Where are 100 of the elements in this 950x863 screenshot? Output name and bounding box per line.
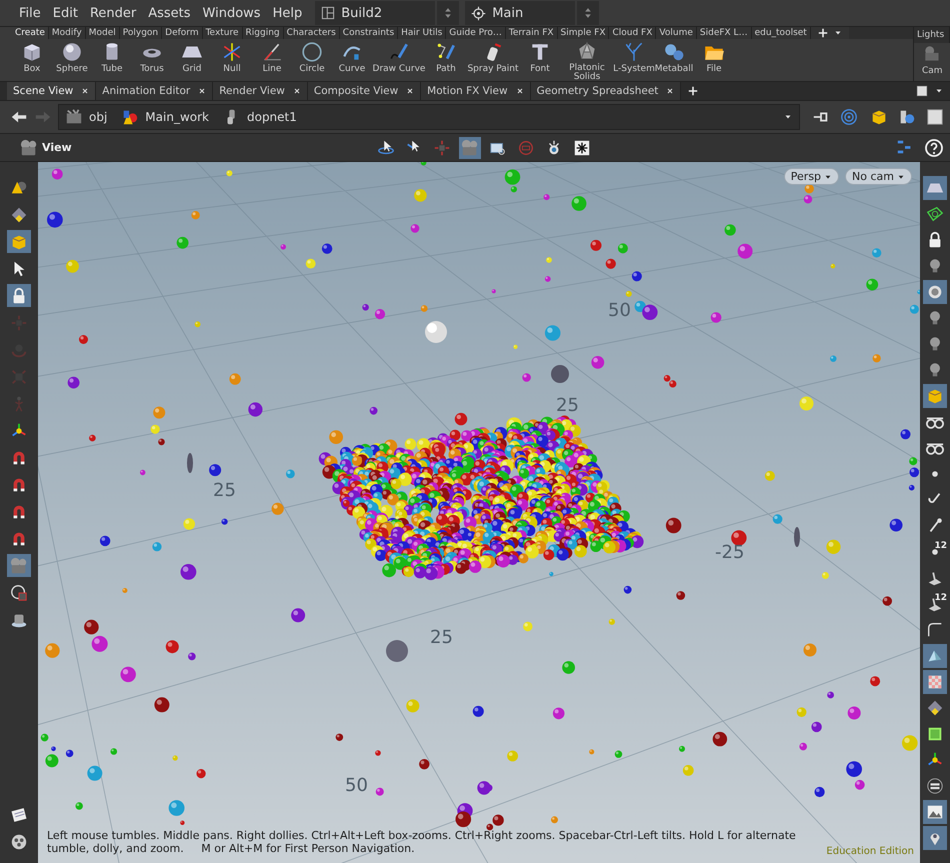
shelf-tool[interactable]: Cam <box>914 43 950 76</box>
close-icon[interactable] <box>198 87 206 95</box>
shelf-tool[interactable]: Curve <box>332 41 372 82</box>
cube-icon <box>926 387 944 405</box>
menu-item[interactable]: Render <box>84 6 142 20</box>
dot-icon <box>931 548 939 556</box>
layers-icon <box>926 777 944 795</box>
film-reel-icon <box>10 832 28 850</box>
plus-icon[interactable] <box>816 27 829 39</box>
shelf-tab[interactable]: Modify <box>48 27 86 39</box>
camera-icon <box>10 556 28 574</box>
close-icon[interactable] <box>292 87 301 95</box>
shelf-tab[interactable]: Volume <box>656 27 697 39</box>
shelf-tab[interactable]: Constraints <box>340 27 398 39</box>
toolbar-button[interactable]: 12 <box>923 592 947 616</box>
camera-menu[interactable]: Persp <box>784 168 840 185</box>
shelf-tool[interactable]: Circle <box>292 41 332 82</box>
edition-label: Education Edition <box>826 846 914 857</box>
path-crumb[interactable]: obj <box>65 108 108 126</box>
move-handle-icon <box>10 314 28 332</box>
cube-icon[interactable] <box>870 108 888 126</box>
view-menu[interactable]: View <box>20 138 72 156</box>
pane-tab[interactable]: Motion FX View <box>421 82 531 100</box>
path-crumb[interactable]: Main_work <box>121 108 209 126</box>
snowflake-icon <box>572 138 591 156</box>
desktop-dropdown[interactable]: Build2 <box>315 1 436 25</box>
shelf-tool[interactable]: Font <box>520 41 560 82</box>
render-region-icon <box>10 584 28 602</box>
toolbar-button[interactable]: 12 <box>923 540 947 564</box>
grid-label: 25 <box>430 627 453 648</box>
shelf-tab[interactable]: Model <box>86 27 120 39</box>
menu-item[interactable]: Windows <box>198 6 266 20</box>
shelf-tab[interactable]: Create <box>12 27 49 39</box>
shelf-tool[interactable]: Box <box>12 41 52 82</box>
shelf-tab[interactable]: Texture <box>202 27 243 39</box>
camera-icon <box>460 138 479 156</box>
shelf-tool[interactable]: Draw Curve <box>372 41 426 82</box>
shelf-tab[interactable]: edu_toolset <box>752 27 811 39</box>
close-icon[interactable] <box>406 87 414 95</box>
shelf-tool[interactable]: Tube <box>92 41 132 82</box>
shelf-tab[interactable]: Characters <box>284 27 340 39</box>
camera-icon <box>20 138 38 156</box>
square-icon[interactable] <box>926 108 944 126</box>
shelf-tool[interactable]: Spray Paint <box>466 41 520 82</box>
scale-handle-icon <box>10 368 28 386</box>
shelf-tool[interactable]: Grid <box>172 41 212 82</box>
shelf-tool[interactable]: Line <box>252 41 292 82</box>
crosshair-icon[interactable] <box>471 6 486 20</box>
shelf-tab[interactable]: Simple FX <box>558 27 610 39</box>
pane-tab[interactable]: Animation Editor <box>96 82 214 100</box>
shelf-tool[interactable]: Platonic Solids <box>560 41 614 82</box>
plus-icon[interactable] <box>687 85 700 97</box>
checker-icon <box>926 673 944 691</box>
menu-item[interactable]: Help <box>268 6 308 20</box>
path-crumb[interactable]: dopnet1 <box>222 108 297 126</box>
menu-item[interactable]: File <box>14 6 46 20</box>
shelf-tab[interactable]: Cloud FX <box>609 27 656 39</box>
shelf-tool[interactable]: Metaball <box>654 41 694 82</box>
shelf-tool[interactable]: File <box>694 41 734 82</box>
shelf-tab[interactable]: Rigging <box>242 27 284 39</box>
shelf-tab[interactable]: Guide Pro… <box>446 27 506 39</box>
grid-label: 50 <box>608 300 631 321</box>
shelf-tool[interactable]: Torus <box>132 41 172 82</box>
pane-tab[interactable]: Geometry Spreadsheet <box>530 82 682 100</box>
square-icon[interactable] <box>916 85 928 97</box>
shelf-tab[interactable]: Deform <box>162 27 203 39</box>
grid-label: 50 <box>345 775 368 796</box>
ring-icon <box>926 283 944 301</box>
shelf-tab[interactable]: Lights <box>914 27 950 43</box>
shapes-icon[interactable] <box>898 108 916 126</box>
viewport-help-text: Left mouse tumbles. Middle pans. Right dollies. Ctrl+Alt+Left box-zooms. Ctrl+Right zooms. Spacebar-Ctrl-Left tilts. Hold L for alternate tumble, dolly, and zoom. M or Alt+M for First Person Navigation. <box>47 829 797 855</box>
pane-tab[interactable]: Render View <box>213 82 308 100</box>
close-icon[interactable] <box>81 87 90 95</box>
layout-icon[interactable] <box>321 6 336 20</box>
geometry-icon <box>121 108 140 126</box>
grid-label: 25 <box>213 480 236 501</box>
shelf-tab[interactable]: Terrain FX <box>506 27 558 39</box>
shelf-tool[interactable]: L-System <box>614 41 654 82</box>
close-icon[interactable] <box>516 87 524 95</box>
shelf-tool[interactable]: Null <box>212 41 252 82</box>
camera-menu[interactable]: No cam <box>845 168 912 185</box>
close-icon[interactable] <box>666 87 674 95</box>
shelf-tab[interactable]: Polygon <box>120 27 162 39</box>
corner-icon <box>926 621 944 639</box>
pane-tab[interactable]: Composite View <box>308 82 422 100</box>
patch-icon <box>926 725 944 743</box>
shelf-tab[interactable]: SideFX L… <box>696 27 752 39</box>
tree-icon <box>623 41 645 63</box>
session-dropdown[interactable]: Main <box>465 1 576 25</box>
target-icon[interactable] <box>840 108 858 126</box>
shelf-tool[interactable]: Sphere <box>52 41 92 82</box>
help-icon[interactable] <box>924 138 944 158</box>
diamond-icon <box>926 699 944 717</box>
menu-item[interactable]: Assets <box>143 6 196 20</box>
menu-item[interactable]: Edit <box>48 6 83 20</box>
shelf-tool[interactable]: Path <box>426 41 466 82</box>
diamond-icon <box>10 206 28 224</box>
pane-tab[interactable]: Scene View <box>7 82 96 100</box>
stop-icon <box>516 138 535 156</box>
shelf-tab[interactable]: Hair Utils <box>398 27 446 39</box>
